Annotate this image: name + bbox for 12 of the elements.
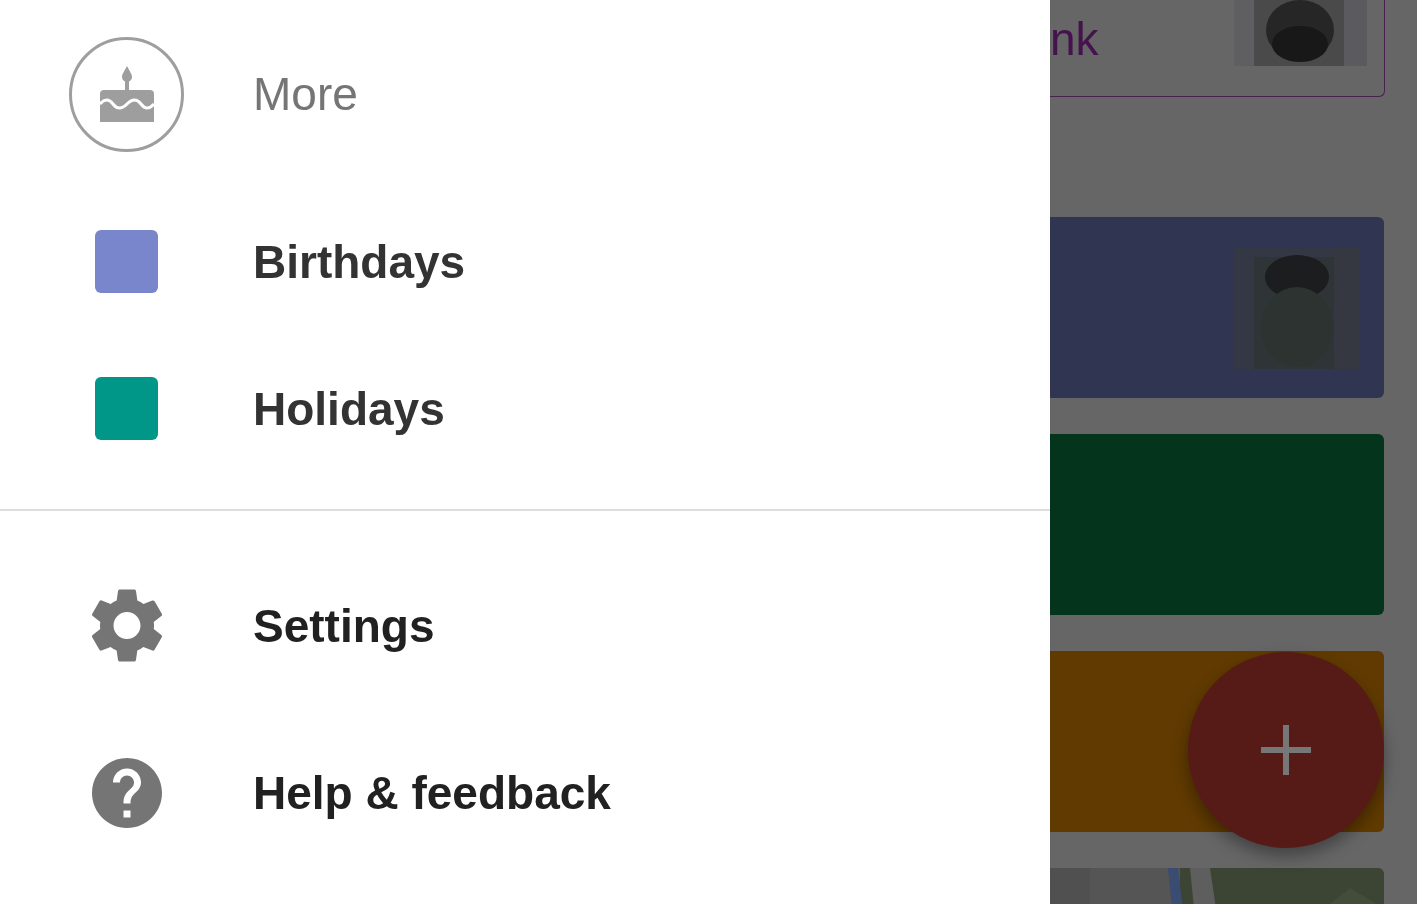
settings-icon [91, 588, 162, 663]
calendar-name[interactable]: Holidays [253, 381, 445, 436]
event-card[interactable] [1050, 217, 1384, 398]
menu-item[interactable]: Help & feedback [253, 765, 611, 820]
plus-icon [1261, 725, 1311, 775]
menu-item[interactable]: Settings [253, 598, 435, 653]
event-title: nk [1050, 12, 1099, 66]
help-icon [91, 757, 162, 828]
cake-icon [69, 36, 184, 152]
calendar-name[interactable]: Birthdays [253, 234, 466, 289]
drawer-header-title: More [253, 67, 358, 121]
event-card[interactable] [1050, 434, 1384, 615]
